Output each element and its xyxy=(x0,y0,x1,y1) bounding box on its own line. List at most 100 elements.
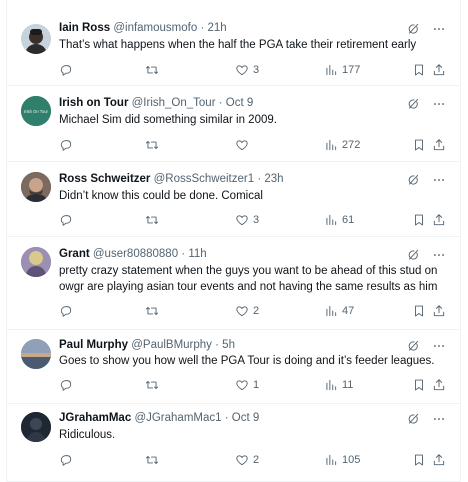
reply-button[interactable] xyxy=(59,303,77,319)
author-name[interactable]: Grant xyxy=(59,248,90,260)
grok-icon[interactable] xyxy=(406,173,420,187)
more-icon[interactable] xyxy=(432,412,446,426)
grok-icon[interactable] xyxy=(406,22,420,36)
like-button[interactable]: 1 xyxy=(235,377,259,393)
like-button[interactable] xyxy=(235,137,253,153)
share-button[interactable] xyxy=(432,212,446,228)
bookmark-button[interactable] xyxy=(412,137,426,153)
views-icon xyxy=(324,138,338,152)
more-icon[interactable] xyxy=(432,248,446,262)
tweet-header: Grant @user80880880 · 11h xyxy=(59,247,420,262)
reply-button[interactable] xyxy=(59,137,77,153)
timestamp[interactable]: 11h xyxy=(188,248,206,260)
author-handle[interactable]: @infamousmofo xyxy=(113,22,197,34)
grok-icon[interactable] xyxy=(406,248,420,262)
reply-button[interactable] xyxy=(59,212,77,228)
tweet-actions: 2 47 xyxy=(59,303,446,319)
more-icon[interactable] xyxy=(432,22,446,36)
author-name[interactable]: Ross Schweitzer xyxy=(59,173,150,185)
heart-icon xyxy=(235,378,249,392)
views-button[interactable]: 105 xyxy=(324,452,360,468)
more-icon[interactable] xyxy=(432,339,446,353)
share-icon xyxy=(432,304,446,318)
bookmark-icon xyxy=(412,213,426,227)
retweet-button[interactable] xyxy=(145,212,163,228)
tweet[interactable]: Irish On Tour Irish on Tour @Irish_On_To… xyxy=(7,86,460,162)
separator: · xyxy=(215,97,226,109)
more-icon[interactable] xyxy=(432,173,446,187)
avatar[interactable] xyxy=(21,247,51,277)
timestamp[interactable]: Oct 9 xyxy=(226,97,253,109)
tweet-text: pretty crazy statement when the guys you… xyxy=(59,265,438,293)
bookmark-button[interactable] xyxy=(412,303,426,319)
heart-icon xyxy=(235,304,249,318)
retweet-button[interactable] xyxy=(145,137,163,153)
reply-button[interactable] xyxy=(59,452,77,468)
like-button[interactable]: 3 xyxy=(235,62,259,78)
timestamp[interactable]: 5h xyxy=(222,339,235,351)
avatar[interactable] xyxy=(21,412,51,442)
share-icon xyxy=(432,213,446,227)
views-button[interactable]: 61 xyxy=(324,212,354,228)
views-button[interactable]: 272 xyxy=(324,137,360,153)
bookmark-button[interactable] xyxy=(412,377,426,393)
like-count: 3 xyxy=(253,64,260,76)
timestamp[interactable]: 21h xyxy=(207,22,226,34)
timestamp[interactable]: Oct 9 xyxy=(232,412,259,424)
like-count: 3 xyxy=(253,214,260,226)
share-button[interactable] xyxy=(432,137,446,153)
timestamp[interactable]: 23h xyxy=(264,173,283,185)
avatar[interactable]: Irish On Tour xyxy=(21,96,51,126)
avatar[interactable] xyxy=(21,339,51,369)
share-button[interactable] xyxy=(432,377,446,393)
like-button[interactable]: 2 xyxy=(235,303,259,319)
view-count: 105 xyxy=(342,454,361,466)
view-count: 61 xyxy=(342,214,355,226)
retweet-button[interactable] xyxy=(145,452,163,468)
share-icon xyxy=(432,138,446,152)
bookmark-button[interactable] xyxy=(412,452,426,468)
retweet-button[interactable] xyxy=(145,377,163,393)
author-name[interactable]: JGrahamMac xyxy=(59,412,131,424)
grok-icon[interactable] xyxy=(406,339,420,353)
views-button[interactable]: 177 xyxy=(324,62,360,78)
grok-icon[interactable] xyxy=(406,412,420,426)
reply-button[interactable] xyxy=(59,377,77,393)
view-count: 47 xyxy=(342,305,355,317)
reply-icon xyxy=(59,453,73,467)
avatar[interactable] xyxy=(21,172,51,202)
bookmark-button[interactable] xyxy=(412,212,426,228)
like-button[interactable]: 3 xyxy=(235,212,259,228)
reply-button[interactable] xyxy=(59,62,77,78)
tweet-header: Ross Schweitzer @RossSchweitzer1 · 23h xyxy=(59,172,420,187)
author-name[interactable]: Iain Ross xyxy=(59,22,110,34)
author-handle[interactable]: @user80880880 xyxy=(93,248,178,260)
author-name[interactable]: Paul Murphy xyxy=(59,339,128,351)
like-button[interactable]: 2 xyxy=(235,452,259,468)
retweet-button[interactable] xyxy=(145,62,163,78)
author-handle[interactable]: @RossSchweitzer1 xyxy=(154,173,255,185)
tweet-text: Didn’t know this could be done. Comical xyxy=(59,190,263,202)
avatar[interactable] xyxy=(21,24,51,54)
views-button[interactable]: 47 xyxy=(324,303,354,319)
share-icon xyxy=(432,453,446,467)
tweet[interactable]: Grant @user80880880 · 11h pretty crazy s… xyxy=(7,237,460,330)
more-icon[interactable] xyxy=(432,97,446,111)
share-button[interactable] xyxy=(432,452,446,468)
tweet-actions: 3 177 xyxy=(59,62,446,78)
tweet[interactable]: Ross Schweitzer @RossSchweitzer1 · 23h D… xyxy=(7,162,460,237)
author-name[interactable]: Irish on Tour xyxy=(59,97,128,109)
views-button[interactable]: 11 xyxy=(324,377,353,393)
tweet[interactable]: JGrahamMac @JGrahamMac1 · Oct 9 Ridiculo… xyxy=(7,404,460,482)
bookmark-button[interactable] xyxy=(412,62,426,78)
author-handle[interactable]: @Irish_On_Tour xyxy=(132,97,216,109)
grok-icon[interactable] xyxy=(406,97,420,111)
retweet-button[interactable] xyxy=(145,303,163,319)
author-handle[interactable]: @PaulBMurphy xyxy=(131,339,212,351)
tweet[interactable]: Paul Murphy @PaulBMurphy · 5h Goes to sh… xyxy=(7,330,460,404)
author-handle[interactable]: @JGrahamMac1 xyxy=(134,412,221,424)
tweet-header: Iain Ross @infamousmofo · 21h xyxy=(59,21,420,36)
share-button[interactable] xyxy=(432,303,446,319)
share-button[interactable] xyxy=(432,62,446,78)
tweet[interactable]: Iain Ross @infamousmofo · 21h That’s wha… xyxy=(7,0,460,86)
